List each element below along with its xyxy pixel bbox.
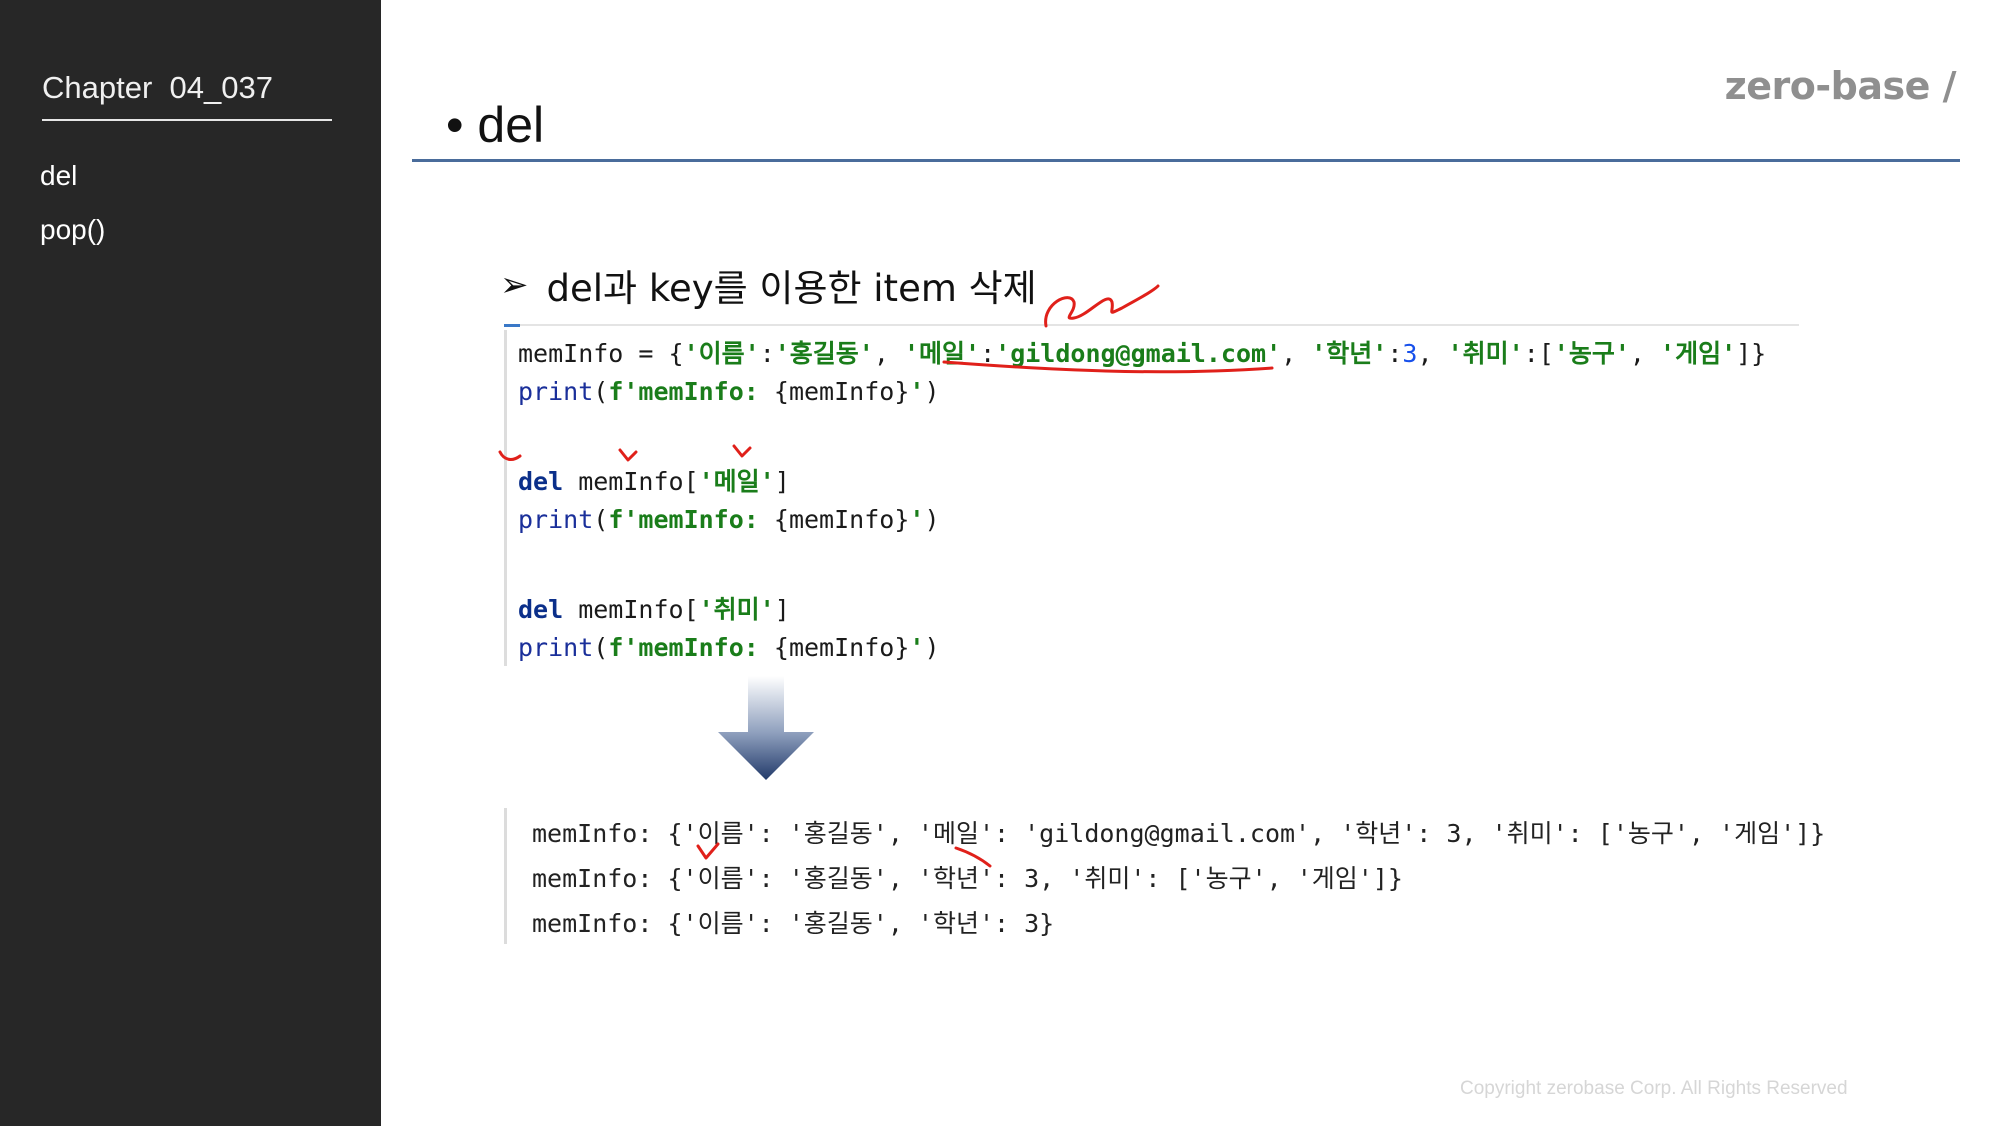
section-title: del과 key를 이용한 item 삭제 bbox=[546, 267, 1037, 310]
code-line-1: memInfo = {'이름':'홍길동', '메일':'gildong@gma… bbox=[518, 339, 1767, 368]
code-line-4: del memInfo['메일'] bbox=[518, 467, 790, 496]
sidebar: Chapter 04_037 del pop() bbox=[0, 0, 381, 1126]
copyright-footer: Copyright zerobase Corp. All Rights Rese… bbox=[1460, 1078, 1848, 1099]
output-line-3: memInfo: {'이름': '홍길동', '학년': 3} bbox=[532, 909, 1055, 938]
code-line-7: del memInfo['취미'] bbox=[518, 595, 790, 624]
title-divider bbox=[412, 159, 1960, 162]
down-arrow-icon bbox=[718, 676, 814, 780]
zero-base-logo: zero-base / bbox=[1724, 64, 1957, 108]
output-line-2: memInfo: {'이름': '홍길동', '학년': 3, '취미': ['… bbox=[532, 864, 1403, 893]
page-title: • del bbox=[446, 97, 545, 153]
annotation-scribble bbox=[1044, 284, 1160, 328]
code-line-8: print(f'memInfo: {memInfo}') bbox=[518, 633, 940, 662]
code-line-5: print(f'memInfo: {memInfo}') bbox=[518, 505, 940, 534]
chapter-divider bbox=[42, 119, 332, 121]
output-line-1: memInfo: {'이름': '홍길동', '메일': 'gildong@gm… bbox=[532, 819, 1826, 848]
code-editor: memInfo = {'이름':'홍길동', '메일':'gildong@gma… bbox=[504, 324, 1799, 666]
code-gutter bbox=[504, 330, 507, 666]
code-top-border bbox=[504, 324, 1799, 326]
code-line-2: print(f'memInfo: {memInfo}') bbox=[518, 377, 940, 406]
console-output: memInfo: {'이름': '홍길동', '메일': 'gildong@gm… bbox=[504, 806, 1944, 944]
chapter-label: Chapter 04_037 bbox=[42, 70, 273, 105]
sidebar-item-pop[interactable]: pop() bbox=[40, 214, 105, 246]
output-gutter bbox=[504, 808, 507, 944]
section-heading: ➢ del과 key를 이용한 item 삭제 bbox=[500, 258, 1037, 312]
code-top-accent bbox=[504, 324, 520, 327]
arrow-bullet-icon: ➢ bbox=[500, 265, 529, 305]
sidebar-item-del[interactable]: del bbox=[40, 160, 77, 192]
